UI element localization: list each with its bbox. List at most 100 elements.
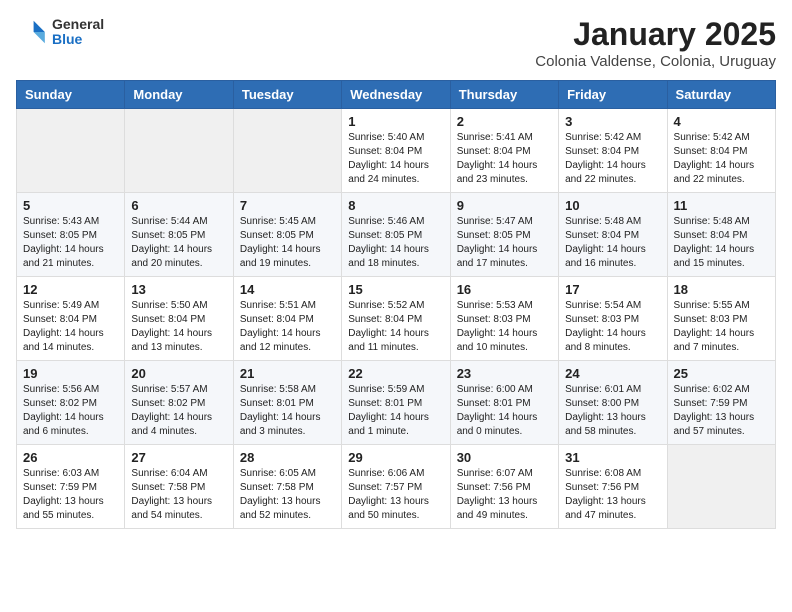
weekday-header-row: SundayMondayTuesdayWednesdayThursdayFrid… — [17, 81, 776, 109]
day-info: Sunrise: 6:05 AMSunset: 7:58 PMDaylight:… — [240, 468, 321, 521]
day-info: Sunrise: 5:48 AMSunset: 8:04 PMDaylight:… — [565, 216, 646, 269]
logo-blue: Blue — [52, 32, 104, 47]
day-info: Sunrise: 5:55 AMSunset: 8:03 PMDaylight:… — [674, 300, 755, 353]
calendar-cell: 20 Sunrise: 5:57 AMSunset: 8:02 PMDaylig… — [125, 361, 233, 445]
day-info: Sunrise: 5:47 AMSunset: 8:05 PMDaylight:… — [457, 216, 538, 269]
day-number: 9 — [457, 198, 552, 213]
day-info: Sunrise: 5:51 AMSunset: 8:04 PMDaylight:… — [240, 300, 321, 353]
day-number: 8 — [348, 198, 443, 213]
weekday-header-friday: Friday — [559, 81, 667, 109]
calendar-cell: 14 Sunrise: 5:51 AMSunset: 8:04 PMDaylig… — [233, 277, 341, 361]
day-number: 5 — [23, 198, 118, 213]
day-number: 3 — [565, 114, 660, 129]
week-row-5: 26 Sunrise: 6:03 AMSunset: 7:59 PMDaylig… — [17, 445, 776, 529]
day-info: Sunrise: 5:42 AMSunset: 8:04 PMDaylight:… — [674, 132, 755, 185]
day-info: Sunrise: 6:02 AMSunset: 7:59 PMDaylight:… — [674, 384, 755, 437]
day-info: Sunrise: 6:03 AMSunset: 7:59 PMDaylight:… — [23, 468, 104, 521]
day-number: 18 — [674, 282, 769, 297]
day-info: Sunrise: 5:49 AMSunset: 8:04 PMDaylight:… — [23, 300, 104, 353]
day-info: Sunrise: 5:41 AMSunset: 8:04 PMDaylight:… — [457, 132, 538, 185]
weekday-header-wednesday: Wednesday — [342, 81, 450, 109]
day-number: 11 — [674, 198, 769, 213]
calendar-cell: 31 Sunrise: 6:08 AMSunset: 7:56 PMDaylig… — [559, 445, 667, 529]
day-number: 30 — [457, 450, 552, 465]
day-info: Sunrise: 6:06 AMSunset: 7:57 PMDaylight:… — [348, 468, 429, 521]
day-info: Sunrise: 5:45 AMSunset: 8:05 PMDaylight:… — [240, 216, 321, 269]
day-info: Sunrise: 6:07 AMSunset: 7:56 PMDaylight:… — [457, 468, 538, 521]
logo: General Blue — [16, 16, 104, 48]
week-row-4: 19 Sunrise: 5:56 AMSunset: 8:02 PMDaylig… — [17, 361, 776, 445]
calendar-cell: 18 Sunrise: 5:55 AMSunset: 8:03 PMDaylig… — [667, 277, 775, 361]
calendar-cell: 12 Sunrise: 5:49 AMSunset: 8:04 PMDaylig… — [17, 277, 125, 361]
calendar-cell: 19 Sunrise: 5:56 AMSunset: 8:02 PMDaylig… — [17, 361, 125, 445]
day-number: 27 — [131, 450, 226, 465]
day-number: 22 — [348, 366, 443, 381]
calendar-cell — [667, 445, 775, 529]
calendar-cell: 22 Sunrise: 5:59 AMSunset: 8:01 PMDaylig… — [342, 361, 450, 445]
calendar-subtitle: Colonia Valdense, Colonia, Uruguay — [535, 53, 776, 70]
page-header: General Blue January 2025 Colonia Valden… — [16, 16, 776, 70]
week-row-2: 5 Sunrise: 5:43 AMSunset: 8:05 PMDayligh… — [17, 193, 776, 277]
calendar-cell — [125, 109, 233, 193]
day-number: 12 — [23, 282, 118, 297]
day-info: Sunrise: 5:57 AMSunset: 8:02 PMDaylight:… — [131, 384, 212, 437]
day-info: Sunrise: 5:42 AMSunset: 8:04 PMDaylight:… — [565, 132, 646, 185]
day-number: 14 — [240, 282, 335, 297]
day-number: 19 — [23, 366, 118, 381]
calendar-cell: 13 Sunrise: 5:50 AMSunset: 8:04 PMDaylig… — [125, 277, 233, 361]
day-number: 21 — [240, 366, 335, 381]
day-number: 13 — [131, 282, 226, 297]
weekday-header-tuesday: Tuesday — [233, 81, 341, 109]
calendar-cell: 2 Sunrise: 5:41 AMSunset: 8:04 PMDayligh… — [450, 109, 558, 193]
day-number: 20 — [131, 366, 226, 381]
day-info: Sunrise: 5:43 AMSunset: 8:05 PMDaylight:… — [23, 216, 104, 269]
day-number: 4 — [674, 114, 769, 129]
calendar-cell: 25 Sunrise: 6:02 AMSunset: 7:59 PMDaylig… — [667, 361, 775, 445]
weekday-header-monday: Monday — [125, 81, 233, 109]
calendar-cell: 7 Sunrise: 5:45 AMSunset: 8:05 PMDayligh… — [233, 193, 341, 277]
day-info: Sunrise: 5:54 AMSunset: 8:03 PMDaylight:… — [565, 300, 646, 353]
day-number: 23 — [457, 366, 552, 381]
day-info: Sunrise: 5:58 AMSunset: 8:01 PMDaylight:… — [240, 384, 321, 437]
day-info: Sunrise: 5:59 AMSunset: 8:01 PMDaylight:… — [348, 384, 429, 437]
day-info: Sunrise: 6:00 AMSunset: 8:01 PMDaylight:… — [457, 384, 538, 437]
calendar-cell: 8 Sunrise: 5:46 AMSunset: 8:05 PMDayligh… — [342, 193, 450, 277]
day-number: 28 — [240, 450, 335, 465]
calendar-cell: 27 Sunrise: 6:04 AMSunset: 7:58 PMDaylig… — [125, 445, 233, 529]
calendar-cell: 5 Sunrise: 5:43 AMSunset: 8:05 PMDayligh… — [17, 193, 125, 277]
calendar-cell: 11 Sunrise: 5:48 AMSunset: 8:04 PMDaylig… — [667, 193, 775, 277]
day-number: 1 — [348, 114, 443, 129]
calendar-cell: 9 Sunrise: 5:47 AMSunset: 8:05 PMDayligh… — [450, 193, 558, 277]
day-info: Sunrise: 5:48 AMSunset: 8:04 PMDaylight:… — [674, 216, 755, 269]
day-info: Sunrise: 5:52 AMSunset: 8:04 PMDaylight:… — [348, 300, 429, 353]
logo-text: General Blue — [52, 17, 104, 48]
calendar-table: SundayMondayTuesdayWednesdayThursdayFrid… — [16, 80, 776, 529]
calendar-cell: 10 Sunrise: 5:48 AMSunset: 8:04 PMDaylig… — [559, 193, 667, 277]
week-row-3: 12 Sunrise: 5:49 AMSunset: 8:04 PMDaylig… — [17, 277, 776, 361]
calendar-cell: 28 Sunrise: 6:05 AMSunset: 7:58 PMDaylig… — [233, 445, 341, 529]
calendar-cell: 24 Sunrise: 6:01 AMSunset: 8:00 PMDaylig… — [559, 361, 667, 445]
calendar-cell: 15 Sunrise: 5:52 AMSunset: 8:04 PMDaylig… — [342, 277, 450, 361]
calendar-cell: 17 Sunrise: 5:54 AMSunset: 8:03 PMDaylig… — [559, 277, 667, 361]
day-number: 16 — [457, 282, 552, 297]
day-number: 15 — [348, 282, 443, 297]
calendar-cell — [17, 109, 125, 193]
day-number: 10 — [565, 198, 660, 213]
calendar-cell: 4 Sunrise: 5:42 AMSunset: 8:04 PMDayligh… — [667, 109, 775, 193]
calendar-cell: 26 Sunrise: 6:03 AMSunset: 7:59 PMDaylig… — [17, 445, 125, 529]
calendar-cell: 16 Sunrise: 5:53 AMSunset: 8:03 PMDaylig… — [450, 277, 558, 361]
day-number: 2 — [457, 114, 552, 129]
day-number: 25 — [674, 366, 769, 381]
day-info: Sunrise: 5:50 AMSunset: 8:04 PMDaylight:… — [131, 300, 212, 353]
calendar-cell: 30 Sunrise: 6:07 AMSunset: 7:56 PMDaylig… — [450, 445, 558, 529]
day-info: Sunrise: 6:08 AMSunset: 7:56 PMDaylight:… — [565, 468, 646, 521]
logo-icon — [16, 16, 48, 48]
day-number: 17 — [565, 282, 660, 297]
day-info: Sunrise: 5:56 AMSunset: 8:02 PMDaylight:… — [23, 384, 104, 437]
calendar-cell: 1 Sunrise: 5:40 AMSunset: 8:04 PMDayligh… — [342, 109, 450, 193]
title-block: January 2025 Colonia Valdense, Colonia, … — [535, 16, 776, 70]
weekday-header-sunday: Sunday — [17, 81, 125, 109]
day-info: Sunrise: 5:40 AMSunset: 8:04 PMDaylight:… — [348, 132, 429, 185]
day-number: 24 — [565, 366, 660, 381]
day-info: Sunrise: 6:01 AMSunset: 8:00 PMDaylight:… — [565, 384, 646, 437]
